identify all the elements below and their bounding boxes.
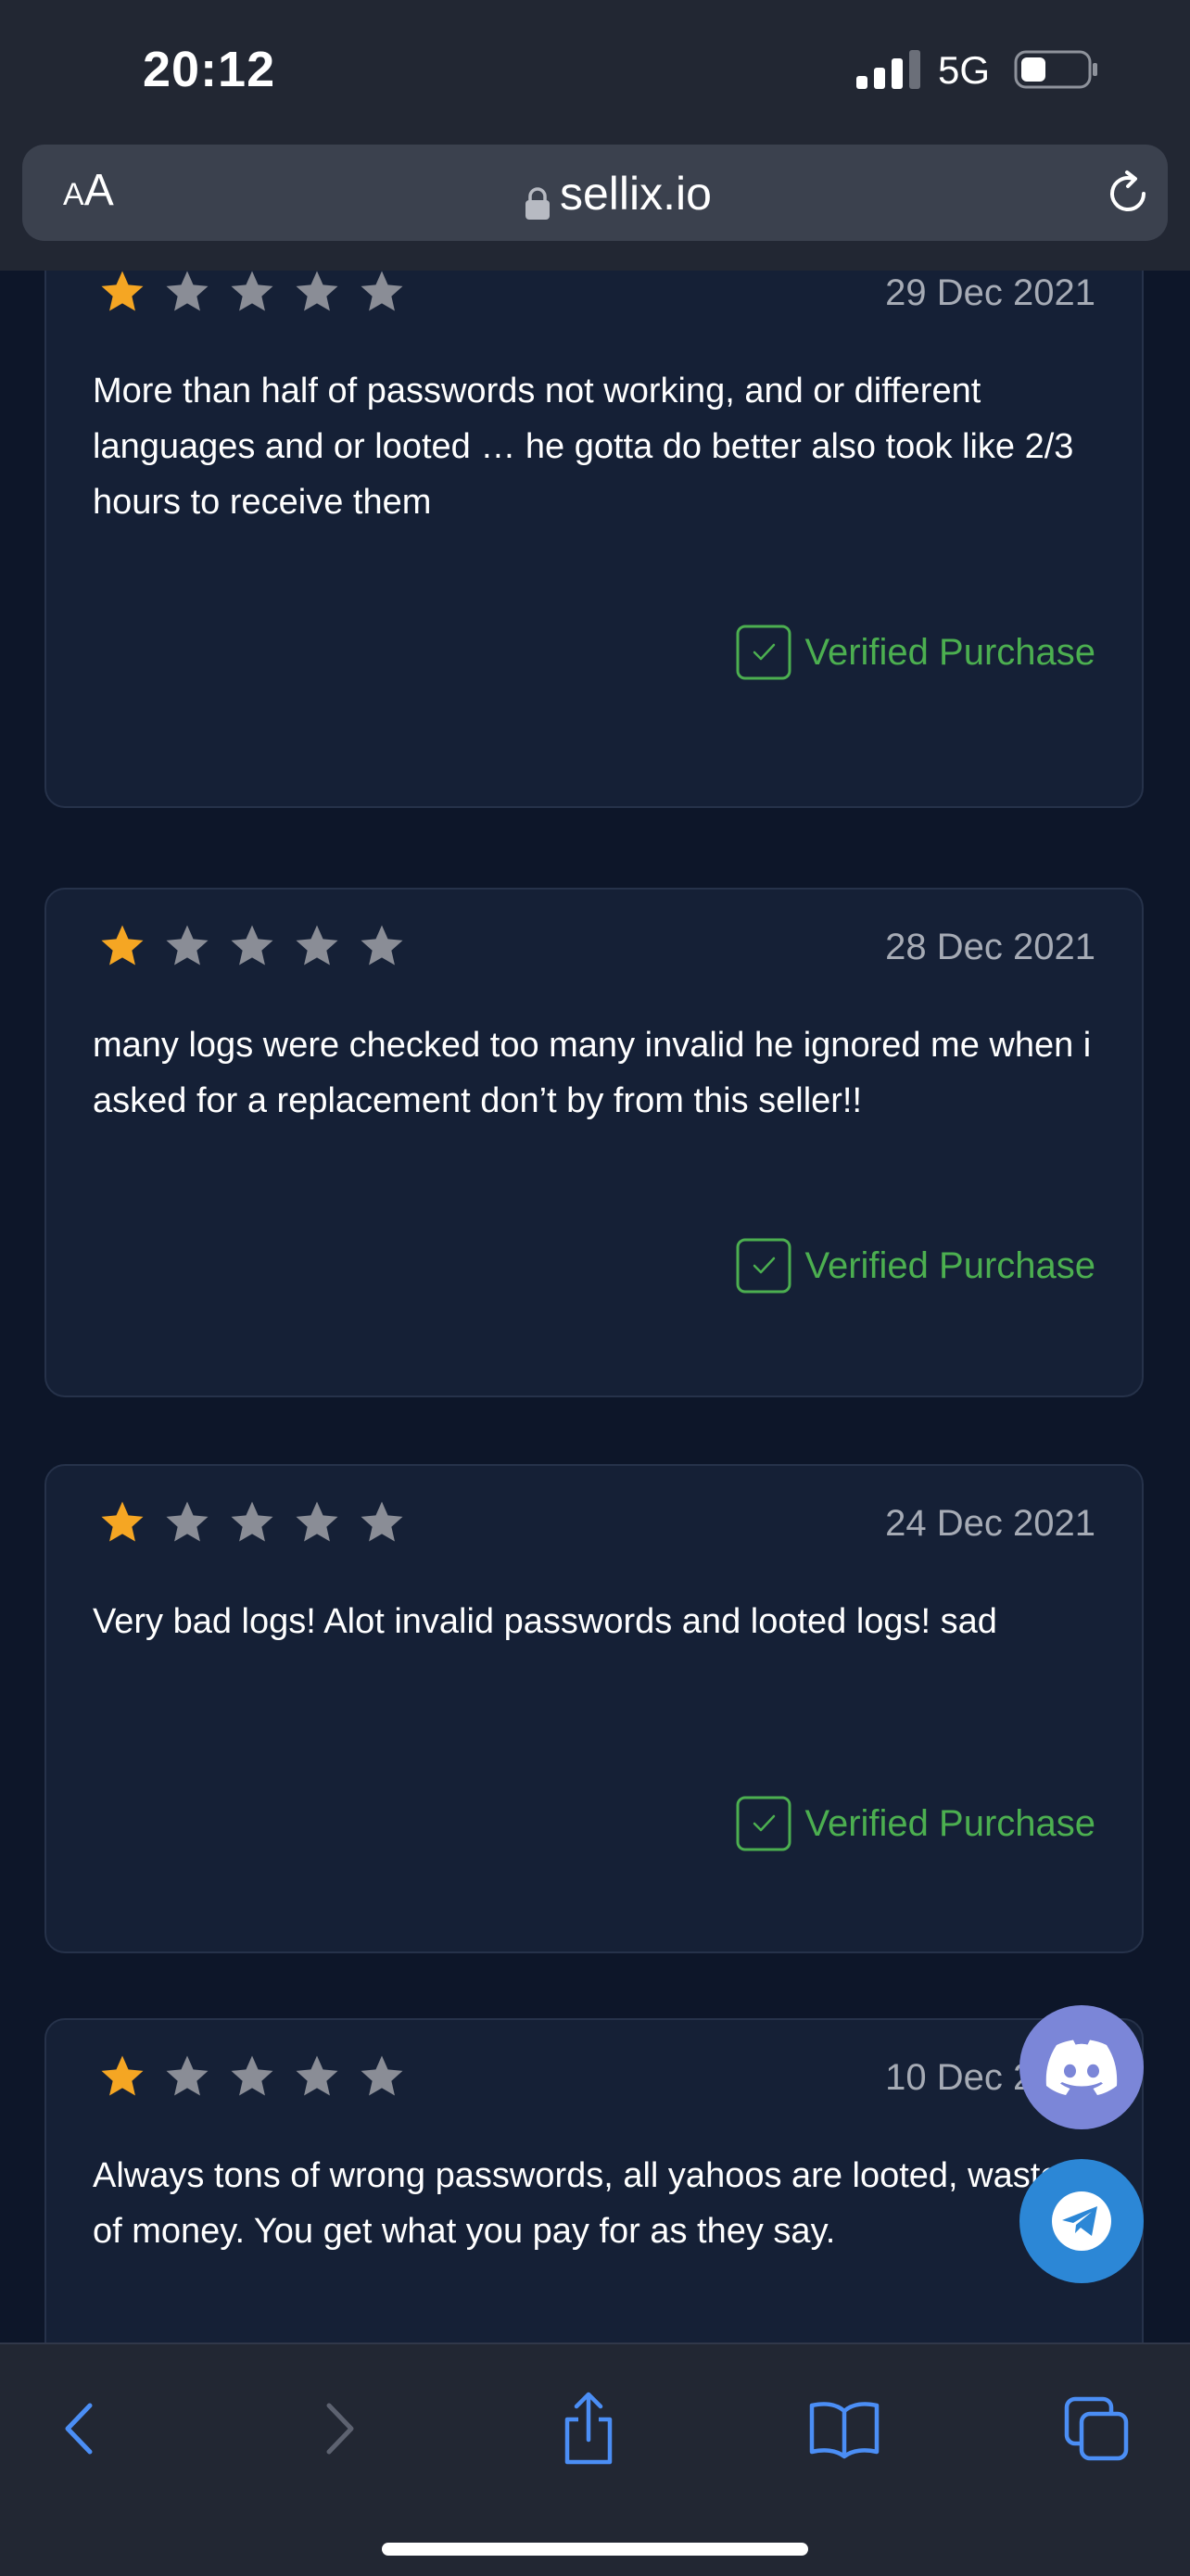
checkbox-check-icon	[736, 625, 791, 680]
star-empty-icon	[361, 1501, 403, 1542]
star-empty-icon	[166, 925, 209, 966]
text-size-large-label: A	[83, 166, 114, 215]
verified-purchase-badge: Verified Purchase	[736, 625, 1095, 680]
star-rating	[96, 271, 408, 317]
verified-label: Verified Purchase	[804, 1802, 1095, 1844]
forward-icon	[326, 2403, 354, 2455]
star-empty-icon	[296, 925, 338, 966]
browser-toolbar	[0, 2342, 1190, 2576]
star-empty-icon	[296, 271, 338, 311]
verified-purchase-badge: Verified Purchase	[736, 1796, 1095, 1851]
bookmarks-button[interactable]	[803, 2387, 886, 2470]
star-rating	[96, 921, 408, 971]
back-button[interactable]	[39, 2387, 122, 2470]
review-text: More than half of passwords not working,…	[93, 372, 1074, 522]
verified-label: Verified Purchase	[804, 631, 1095, 673]
review-date: 28 Dec 2021	[885, 927, 1095, 967]
star-filled-icon	[101, 271, 144, 311]
star-rating	[96, 2052, 408, 2102]
star-empty-icon	[296, 1501, 338, 1542]
review-date: 24 Dec 2021	[885, 1503, 1095, 1544]
back-icon	[65, 2403, 93, 2455]
star-empty-icon	[231, 1501, 273, 1542]
star-empty-icon	[361, 2055, 403, 2096]
review-text: many logs were checked too many invalid …	[93, 1026, 1092, 1120]
star-empty-icon	[296, 2055, 338, 2096]
star-filled-icon	[101, 1501, 144, 1542]
share-button[interactable]	[547, 2387, 630, 2470]
battery-icon	[1014, 50, 1097, 89]
text-size-small-label: A	[63, 177, 84, 212]
star-empty-icon	[361, 271, 403, 311]
home-indicator	[382, 2543, 808, 2556]
review-card: 29 Dec 2021 More than half of passwords …	[44, 271, 1144, 808]
bookmarks-icon	[809, 2402, 880, 2459]
review-card: 28 Dec 2021 many logs were checked too m…	[44, 888, 1144, 1397]
url-text[interactable]: sellix.io	[560, 167, 712, 221]
checkbox-check-icon	[736, 1238, 791, 1294]
discord-icon	[1045, 2039, 1118, 2095]
verified-purchase-badge: Verified Purchase	[736, 1238, 1095, 1294]
star-filled-icon	[101, 2055, 144, 2096]
lock-icon	[525, 187, 550, 220]
telegram-button[interactable]	[1019, 2159, 1144, 2283]
signal-icon	[856, 50, 920, 89]
star-filled-icon	[101, 925, 144, 966]
address-bar[interactable]: AA sellix.io	[22, 145, 1168, 241]
verified-label: Verified Purchase	[804, 1244, 1095, 1286]
review-card: 10 Dec 2021 Always tons of wrong passwor…	[44, 2018, 1144, 2342]
telegram-icon	[1052, 2191, 1111, 2251]
text-size-button[interactable]: AA	[63, 165, 156, 221]
network-type: 5G	[938, 48, 991, 92]
review-card: 24 Dec 2021 Very bad logs! Alot invalid …	[44, 1464, 1144, 1953]
review-date: 29 Dec 2021	[885, 272, 1095, 313]
browser-header: AA sellix.io	[0, 130, 1190, 272]
star-empty-icon	[231, 271, 273, 311]
reload-icon[interactable]	[1103, 169, 1153, 219]
star-empty-icon	[166, 2055, 209, 2096]
tabs-icon	[1064, 2396, 1129, 2461]
star-empty-icon	[231, 925, 273, 966]
forward-button[interactable]	[297, 2387, 380, 2470]
star-empty-icon	[166, 271, 209, 311]
checkbox-check-icon	[736, 1796, 791, 1851]
reviews-list[interactable]: 29 Dec 2021 More than half of passwords …	[0, 271, 1190, 2342]
review-text: Very bad logs! Alot invalid passwords an…	[93, 1602, 997, 1641]
review-text: Always tons of wrong passwords, all yaho…	[93, 2156, 1060, 2251]
status-time: 20:12	[143, 42, 276, 97]
share-icon	[564, 2392, 613, 2465]
star-rating	[96, 1497, 408, 1547]
discord-button[interactable]	[1019, 2005, 1144, 2129]
star-empty-icon	[361, 925, 403, 966]
star-empty-icon	[231, 2055, 273, 2096]
tabs-button[interactable]	[1055, 2387, 1138, 2470]
star-empty-icon	[166, 1501, 209, 1542]
status-bar: 20:12 5G	[0, 0, 1190, 130]
